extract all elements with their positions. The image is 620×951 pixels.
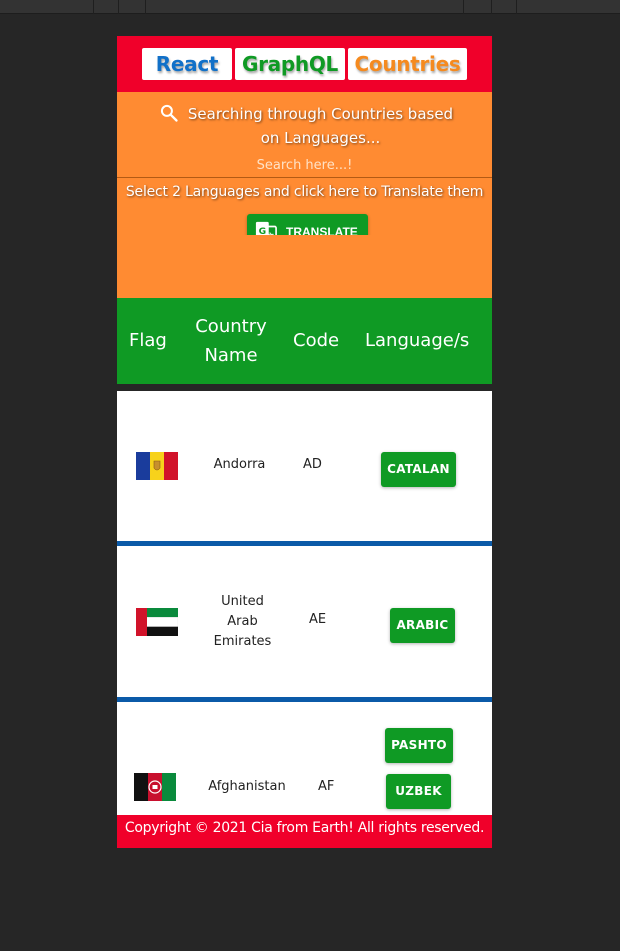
app-header: React GraphQL Countries	[117, 36, 492, 92]
language-button-arabic[interactable]: ARABIC	[390, 608, 455, 643]
country-name-line: Emirates	[213, 634, 272, 649]
strip-divider	[516, 0, 517, 14]
table-row: United Arab Emirates AE ARABIC	[117, 546, 492, 702]
country-name-line: Arab	[227, 614, 258, 629]
country-code: AE	[309, 612, 327, 627]
browser-top-strip	[0, 0, 620, 14]
country-name: Andorra	[213, 457, 266, 472]
flag-andorra	[136, 452, 178, 480]
country-name: Afghanistan	[208, 779, 286, 794]
column-header-flag: Flag	[129, 330, 167, 351]
strip-divider	[491, 0, 492, 14]
flag-uae	[136, 608, 178, 636]
column-header-country-name-line2: Name	[204, 345, 258, 366]
brand-graphql: GraphQL	[235, 48, 345, 80]
column-header-code: Code	[293, 330, 340, 351]
table-row: Andorra AD CATALAN	[117, 391, 492, 546]
country-code: AD	[303, 457, 322, 472]
country-name: United Arab Emirates	[205, 592, 280, 652]
strip-divider	[145, 0, 146, 14]
column-header-country-name-line1: Country	[195, 316, 267, 337]
strip-divider	[93, 0, 94, 14]
footer-copyright: Copyright © 2021 Cia from Earth! All rig…	[117, 815, 492, 848]
search-title: Searching through Countries based on Lan…	[187, 105, 454, 147]
translate-hint: Select 2 Languages and click here to Tra…	[125, 184, 484, 200]
language-button-uzbek[interactable]: UZBEK	[386, 774, 451, 809]
app-container: React GraphQL Countries Searching throug…	[117, 36, 492, 848]
brand-react: React	[142, 48, 232, 80]
country-code: AF	[318, 779, 335, 794]
language-button-catalan[interactable]: CATALAN	[381, 452, 456, 487]
brand-countries: Countries	[348, 48, 467, 80]
strip-divider	[463, 0, 464, 14]
table-header: Flag Country Name Code Language/s	[117, 298, 492, 384]
column-header-country-name: Country Name	[191, 312, 271, 370]
column-header-languages: Language/s	[365, 330, 470, 351]
flag-afghanistan	[134, 773, 176, 801]
strip-divider	[118, 0, 119, 14]
country-name-line: United	[221, 594, 264, 609]
search-panel: Searching through Countries based on Lan…	[117, 92, 492, 250]
search-panel-spacer	[117, 235, 492, 298]
search-input[interactable]	[117, 154, 492, 178]
language-button-pashto[interactable]: PASHTO	[385, 728, 453, 763]
